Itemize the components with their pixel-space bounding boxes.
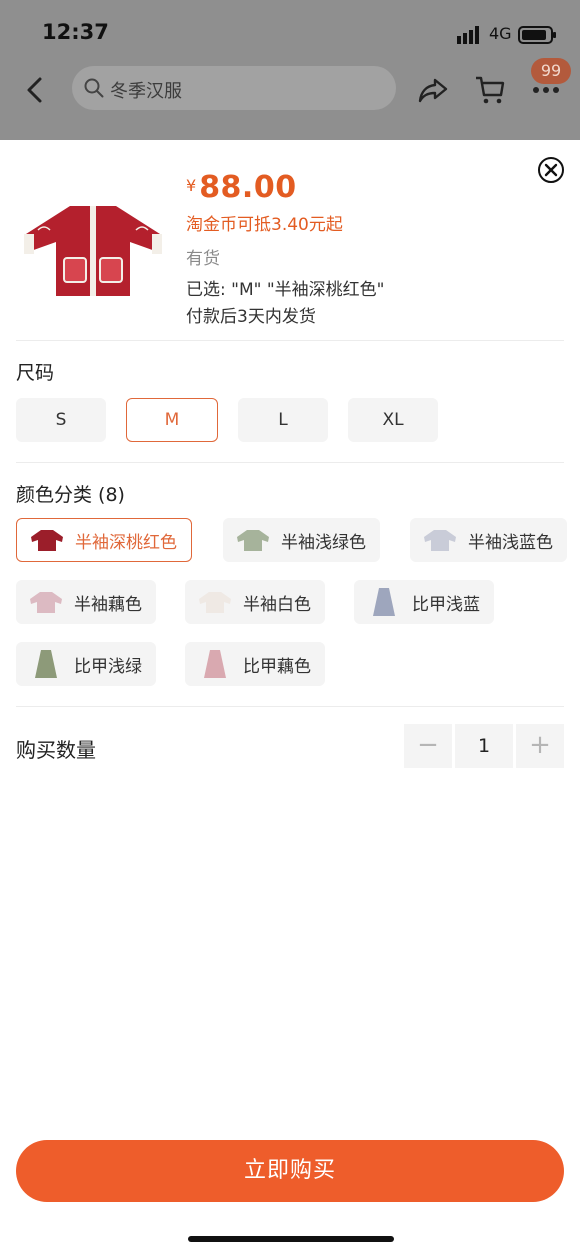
quantity-value[interactable]: 1 — [455, 724, 513, 768]
color-option-label: 半袖浅绿色 — [281, 532, 366, 553]
shipping-note: 付款后3天内发货 — [186, 307, 316, 327]
color-option-lotus-vest[interactable]: 比甲藕色 — [185, 642, 325, 686]
size-option-l[interactable]: L — [238, 398, 328, 442]
color-option-deep-peach-short-sleeve[interactable]: 半袖深桃红色 — [16, 518, 192, 562]
quantity-increase-button[interactable]: + — [516, 724, 564, 768]
share-icon[interactable] — [417, 76, 449, 104]
search-icon — [84, 78, 104, 98]
color-option-label: 半袖白色 — [243, 594, 311, 615]
size-section-title: 尺码 — [16, 362, 55, 384]
close-icon[interactable] — [537, 156, 565, 184]
swatch-image — [31, 530, 63, 551]
search-input[interactable]: 冬季汉服 — [72, 66, 396, 110]
swatch-image — [373, 588, 395, 616]
color-option-light-green-short-sleeve[interactable]: 半袖浅绿色 — [223, 518, 380, 562]
divider — [16, 706, 564, 707]
color-option-light-blue-vest[interactable]: 比甲浅蓝 — [354, 580, 494, 624]
color-option-label: 半袖浅蓝色 — [468, 532, 553, 553]
swatch-image — [30, 592, 62, 613]
price-value: 88.00 — [199, 170, 297, 205]
color-option-label: 半袖深桃红色 — [75, 532, 177, 553]
sku-selector-sheet: ¥88.00 淘金币可抵3.40元起 有货 已选: "M" "半袖深桃红色" 付… — [0, 140, 580, 1255]
color-option-label: 半袖藕色 — [74, 594, 142, 615]
signal-icon — [457, 26, 479, 44]
size-option-xl[interactable]: XL — [348, 398, 438, 442]
dimmed-background: 12:37 4G 冬季汉服 99 — [0, 0, 580, 140]
size-option-s[interactable]: S — [16, 398, 106, 442]
network-label: 4G — [489, 24, 512, 43]
quantity-label: 购买数量 — [16, 738, 96, 762]
quantity-decrease-button[interactable]: − — [404, 724, 452, 768]
color-option-label: 比甲浅蓝 — [412, 594, 480, 615]
selected-variant: 已选: "M" "半袖深桃红色" — [186, 280, 385, 300]
swatch-image — [424, 530, 456, 551]
battery-icon — [518, 26, 556, 44]
search-row: 冬季汉服 99 — [0, 58, 580, 118]
cart-icon[interactable] — [474, 74, 506, 106]
size-option-m[interactable]: M — [126, 398, 218, 442]
color-option-white-short-sleeve[interactable]: 半袖白色 — [185, 580, 325, 624]
color-option-label: 比甲藕色 — [243, 656, 311, 677]
cart-badge: 99 — [531, 58, 571, 84]
status-bar: 12:37 4G — [0, 0, 580, 66]
search-query: 冬季汉服 — [110, 81, 182, 102]
color-option-light-blue-short-sleeve[interactable]: 半袖浅蓝色 — [410, 518, 567, 562]
color-option-lotus-short-sleeve[interactable]: 半袖藕色 — [16, 580, 156, 624]
swatch-image — [199, 592, 231, 613]
buy-now-button[interactable]: 立即购买 — [16, 1140, 564, 1202]
coin-discount-note: 淘金币可抵3.40元起 — [186, 215, 343, 235]
currency-symbol: ¥ — [186, 176, 197, 195]
color-option-label: 比甲浅绿 — [74, 656, 142, 677]
divider — [16, 462, 564, 463]
more-icon[interactable] — [532, 86, 560, 94]
swatch-image — [237, 530, 269, 551]
swatch-image — [35, 650, 57, 678]
back-arrow-icon[interactable] — [24, 76, 46, 104]
color-section-title: 颜色分类 (8) — [16, 484, 125, 506]
price: ¥88.00 — [186, 170, 297, 205]
color-option-light-green-vest[interactable]: 比甲浅绿 — [16, 642, 156, 686]
product-image[interactable] — [18, 192, 168, 310]
divider — [16, 340, 564, 341]
status-time: 12:37 — [42, 20, 109, 44]
swatch-image — [204, 650, 226, 678]
home-indicator — [188, 1236, 394, 1242]
stock-status: 有货 — [186, 249, 220, 269]
